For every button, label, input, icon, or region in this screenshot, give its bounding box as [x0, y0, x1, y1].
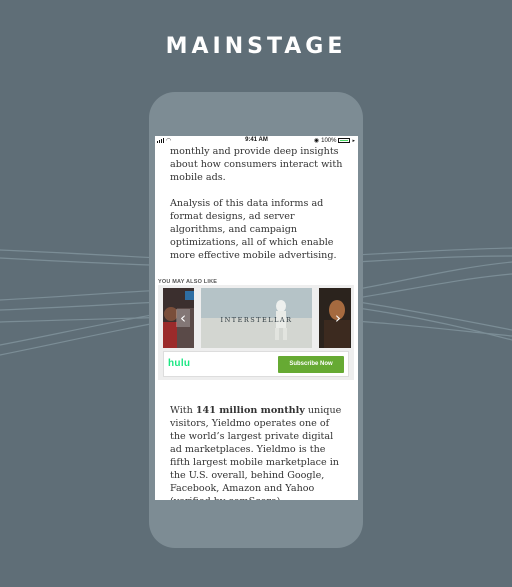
battery-icon	[338, 138, 351, 143]
battery-fill	[340, 140, 349, 141]
article-bottom-prefix: With	[170, 405, 196, 416]
hulu-cta-bar: hulu Subscribe Now	[163, 351, 349, 377]
chevron-left-icon[interactable]: ‹	[176, 309, 190, 327]
status-right: ◉ 100% ▸	[313, 137, 355, 145]
article-paragraph-top: monthly and provide deep insights about …	[170, 146, 343, 183]
location-icon: ◉	[313, 138, 320, 144]
article-bottom-suffix: unique visitors, Yieldmo operates one of…	[170, 405, 342, 500]
article-bottom-bold: 141 million monthly	[195, 405, 305, 416]
hulu-logo: hulu	[168, 358, 191, 369]
poster-carousel[interactable]: INTERSTELLAR ‹ ›	[163, 288, 351, 348]
subscribe-button[interactable]: Subscribe Now	[278, 356, 344, 373]
article-paragraph-mid: Analysis of this data informs ad format …	[170, 198, 337, 261]
article-paragraph-bottom: With 141 million monthly unique visitors…	[170, 404, 346, 500]
phone-screen[interactable]: ◠ 9:41 AM ◉ 100% ▸ monthly and provide d…	[155, 136, 358, 500]
status-bar: ◠ 9:41 AM ◉ 100% ▸	[155, 136, 358, 146]
chevron-right-icon[interactable]: ›	[331, 309, 345, 327]
brand-title: MAINSTAGE	[165, 34, 347, 59]
charging-icon: ▸	[352, 137, 355, 144]
battery-percent: 100%	[321, 137, 337, 144]
ad-unit[interactable]: INTERSTELLAR ‹ › hulu Subscribe Now	[158, 285, 354, 380]
poster-interstellar[interactable]: INTERSTELLAR	[201, 288, 312, 348]
poster-title: INTERSTELLAR	[220, 316, 293, 324]
